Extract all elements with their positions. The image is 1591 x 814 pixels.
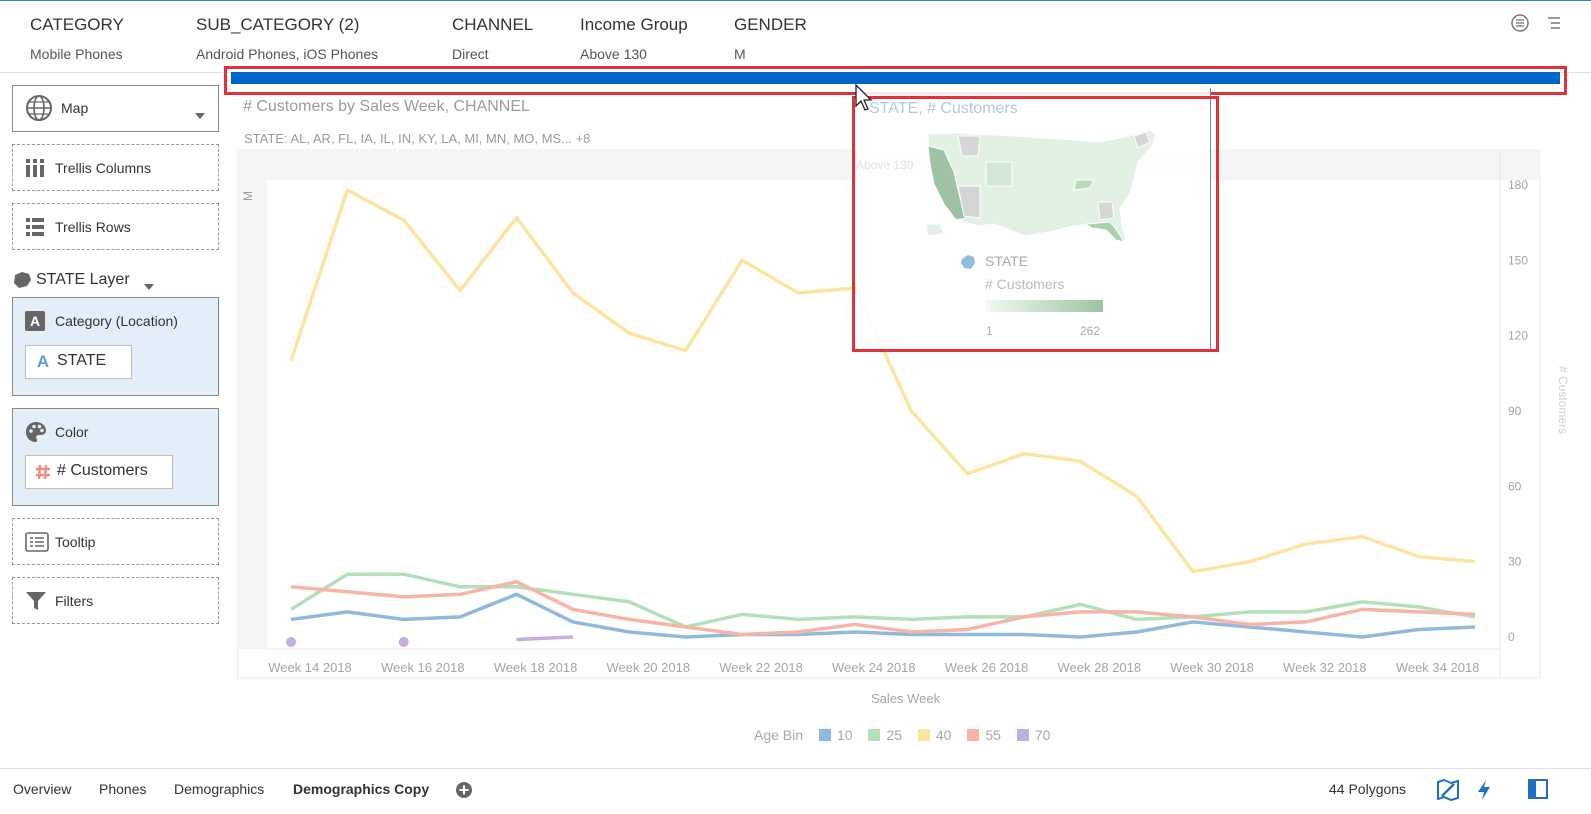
tab-phones[interactable]: Phones (99, 781, 146, 797)
legend-swatch-40 (917, 729, 930, 742)
x-tick-label: Week 24 2018 (832, 660, 916, 675)
add-tab-icon[interactable] (455, 781, 473, 804)
x-tick-label: Week 18 2018 (494, 660, 578, 675)
y-tick-label: 60 (1508, 479, 1522, 493)
y-axis-title: # Customers (1556, 366, 1570, 434)
tab-overview[interactable]: Overview (13, 781, 71, 797)
row-header-band (238, 180, 267, 649)
tab-demographics[interactable]: Demographics (174, 781, 264, 797)
x-axis-title: Sales Week (871, 691, 941, 706)
series-point-70[interactable] (398, 637, 409, 648)
series-line-25[interactable] (290, 572, 1476, 629)
legend-swatch-55 (967, 729, 980, 742)
y-tick-label: 180 (1508, 178, 1528, 192)
legend-swatch-25 (868, 729, 881, 742)
line-chart[interactable]: M 0 30 60 90 120 150 180 Week 14 2018 Week 16 2… (0, 0, 1591, 814)
legend-title: Age Bin (754, 727, 804, 744)
legend-item-10[interactable]: 10 (837, 727, 853, 743)
x-tick-label: Week 28 2018 (1058, 660, 1142, 675)
legend-item-40[interactable]: 40 (936, 727, 952, 743)
x-tick-label: Week 16 2018 (381, 660, 465, 675)
legend-swatch-10 (818, 729, 831, 742)
x-tick-label: Week 22 2018 (719, 660, 803, 675)
y-tick-label: 150 (1508, 253, 1528, 267)
cursor-icon (855, 83, 875, 119)
panel-toggle-icon[interactable] (1528, 779, 1548, 804)
row-header-label: M (241, 191, 255, 201)
canvas-tab-bar: Overview Phones Demographics Demographic… (0, 768, 1591, 814)
series-line-55[interactable] (290, 580, 1476, 637)
y-tick-label: 30 (1508, 555, 1522, 569)
x-tick-label: Week 32 2018 (1283, 660, 1367, 675)
chart-legend: Age Bin 10 25 40 55 70 (754, 726, 1050, 743)
series-line-10[interactable] (290, 592, 1476, 639)
map-tools-icon[interactable] (1437, 778, 1459, 806)
legend-item-70[interactable]: 70 (1035, 727, 1051, 743)
tab-demographics-copy[interactable]: Demographics Copy (293, 781, 429, 797)
x-tick-label: Week 30 2018 (1170, 660, 1254, 675)
x-tick-label: Week 14 2018 (268, 660, 352, 675)
x-tick-label: Week 20 2018 (606, 660, 690, 675)
polygon-count: 44 Polygons (1329, 781, 1407, 797)
y-tick-label: 90 (1508, 404, 1522, 418)
legend-swatch-70 (1016, 729, 1029, 742)
tooltip-highlight (852, 96, 1219, 352)
x-tick-label: Week 34 2018 (1396, 660, 1480, 675)
legend-item-25[interactable]: 25 (886, 727, 902, 743)
series-point-70[interactable] (286, 637, 296, 648)
x-tick-label: Week 26 2018 (945, 660, 1029, 675)
y-tick-label: 0 (1508, 630, 1515, 644)
lightning-icon[interactable] (1476, 779, 1492, 806)
series-line-70[interactable] (516, 635, 573, 642)
legend-item-55[interactable]: 55 (985, 727, 1001, 743)
y-tick-label: 120 (1508, 329, 1528, 343)
